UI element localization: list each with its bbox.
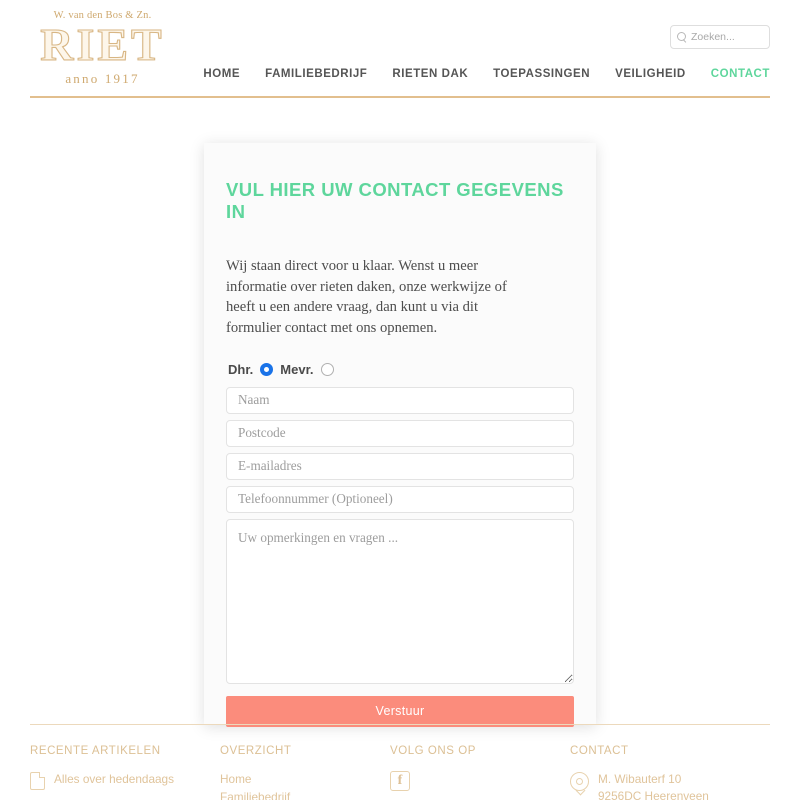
footer-heading-volg-ons-op: VOLG ONS OP (390, 745, 476, 757)
logo-wordmark: RIET (40, 19, 165, 70)
footer-link-home[interactable]: Home (220, 771, 390, 789)
search-input[interactable] (691, 31, 763, 43)
contact-form-card: VUL HIER UW CONTACT GEGEVENS IN Wij staa… (204, 143, 596, 727)
footer-heading-overzicht: OVERZICHT (220, 745, 292, 757)
facebook-icon[interactable]: f (390, 771, 410, 791)
footer-link-familiebedrijf[interactable]: Familiebedrijf (220, 789, 390, 800)
postcode-input[interactable] (226, 419, 574, 447)
header-divider (30, 96, 770, 98)
main-navigation: HOME FAMILIEBEDRIJF RIETEN DAK TOEPASSIN… (203, 68, 770, 80)
naam-input[interactable] (226, 386, 574, 414)
nav-item-rieten-dak[interactable]: RIETEN DAK (392, 68, 468, 80)
site-header: W. van den Bos & Zn. RIET anno 1917 HOME… (0, 0, 800, 104)
salutation-radio-dhr[interactable] (260, 362, 274, 376)
footer-address-entry: M. Wibauterf 10 9256DC Heerenveen (570, 771, 770, 800)
site-footer: RECENTE ARTIKELEN Alles over hedendaags … (0, 724, 800, 800)
search-box[interactable] (670, 25, 770, 49)
salutation-label-mevr: Mevr. (280, 361, 314, 377)
footer-article-item[interactable]: Alles over hedendaags (30, 771, 220, 790)
footer-heading-contact: CONTACT (570, 745, 629, 757)
nav-item-familiebedrijf[interactable]: FAMILIEBEDRIJF (265, 68, 367, 80)
footer-column-volg-ons-op: VOLG ONS OP f (390, 745, 570, 800)
salutation-label-dhr: Dhr. (228, 361, 254, 377)
footer-address-line-2: 9256DC Heerenveen (598, 789, 709, 800)
document-icon (30, 772, 45, 790)
main-content: VUL HIER UW CONTACT GEGEVENS IN Wij staa… (0, 104, 800, 727)
search-icon (677, 32, 687, 42)
email-input[interactable] (226, 452, 574, 480)
form-intro-text: Wij staan direct voor u klaar. Wenst u m… (226, 258, 507, 337)
location-pin-icon (570, 772, 589, 791)
nav-item-home[interactable]: HOME (203, 68, 240, 80)
salutation-radio-mevr[interactable] (320, 362, 334, 376)
footer-column-overzicht: OVERZICHT Home Familiebedrijf (220, 745, 390, 800)
footer-address: M. Wibauterf 10 9256DC Heerenveen (598, 771, 709, 800)
submit-button[interactable]: Verstuur (226, 695, 574, 727)
footer-column-recente-artikelen: RECENTE ARTIKELEN Alles over hedendaags (30, 745, 220, 800)
nav-item-toepassingen[interactable]: TOEPASSINGEN (493, 68, 590, 80)
footer-address-line-1: M. Wibauterf 10 (598, 772, 682, 786)
message-textarea[interactable] (226, 518, 574, 684)
salutation-group: Dhr. Mevr. (226, 362, 574, 377)
footer-heading-recente-artikelen: RECENTE ARTIKELEN (30, 745, 161, 757)
form-title: VUL HIER UW CONTACT GEGEVENS IN (226, 179, 564, 222)
footer-column-contact: CONTACT M. Wibauterf 10 9256DC Heerenvee… (570, 745, 770, 800)
footer-divider (30, 724, 770, 725)
site-logo[interactable]: W. van den Bos & Zn. RIET anno 1917 (30, 10, 175, 87)
logo-subtitle: anno 1917 (65, 70, 140, 86)
telefoon-input[interactable] (226, 485, 574, 513)
nav-item-veiligheid[interactable]: VEILIGHEID (615, 68, 686, 80)
footer-article-title: Alles over hedendaags (54, 772, 175, 786)
nav-item-contact[interactable]: CONTACT (711, 68, 770, 80)
